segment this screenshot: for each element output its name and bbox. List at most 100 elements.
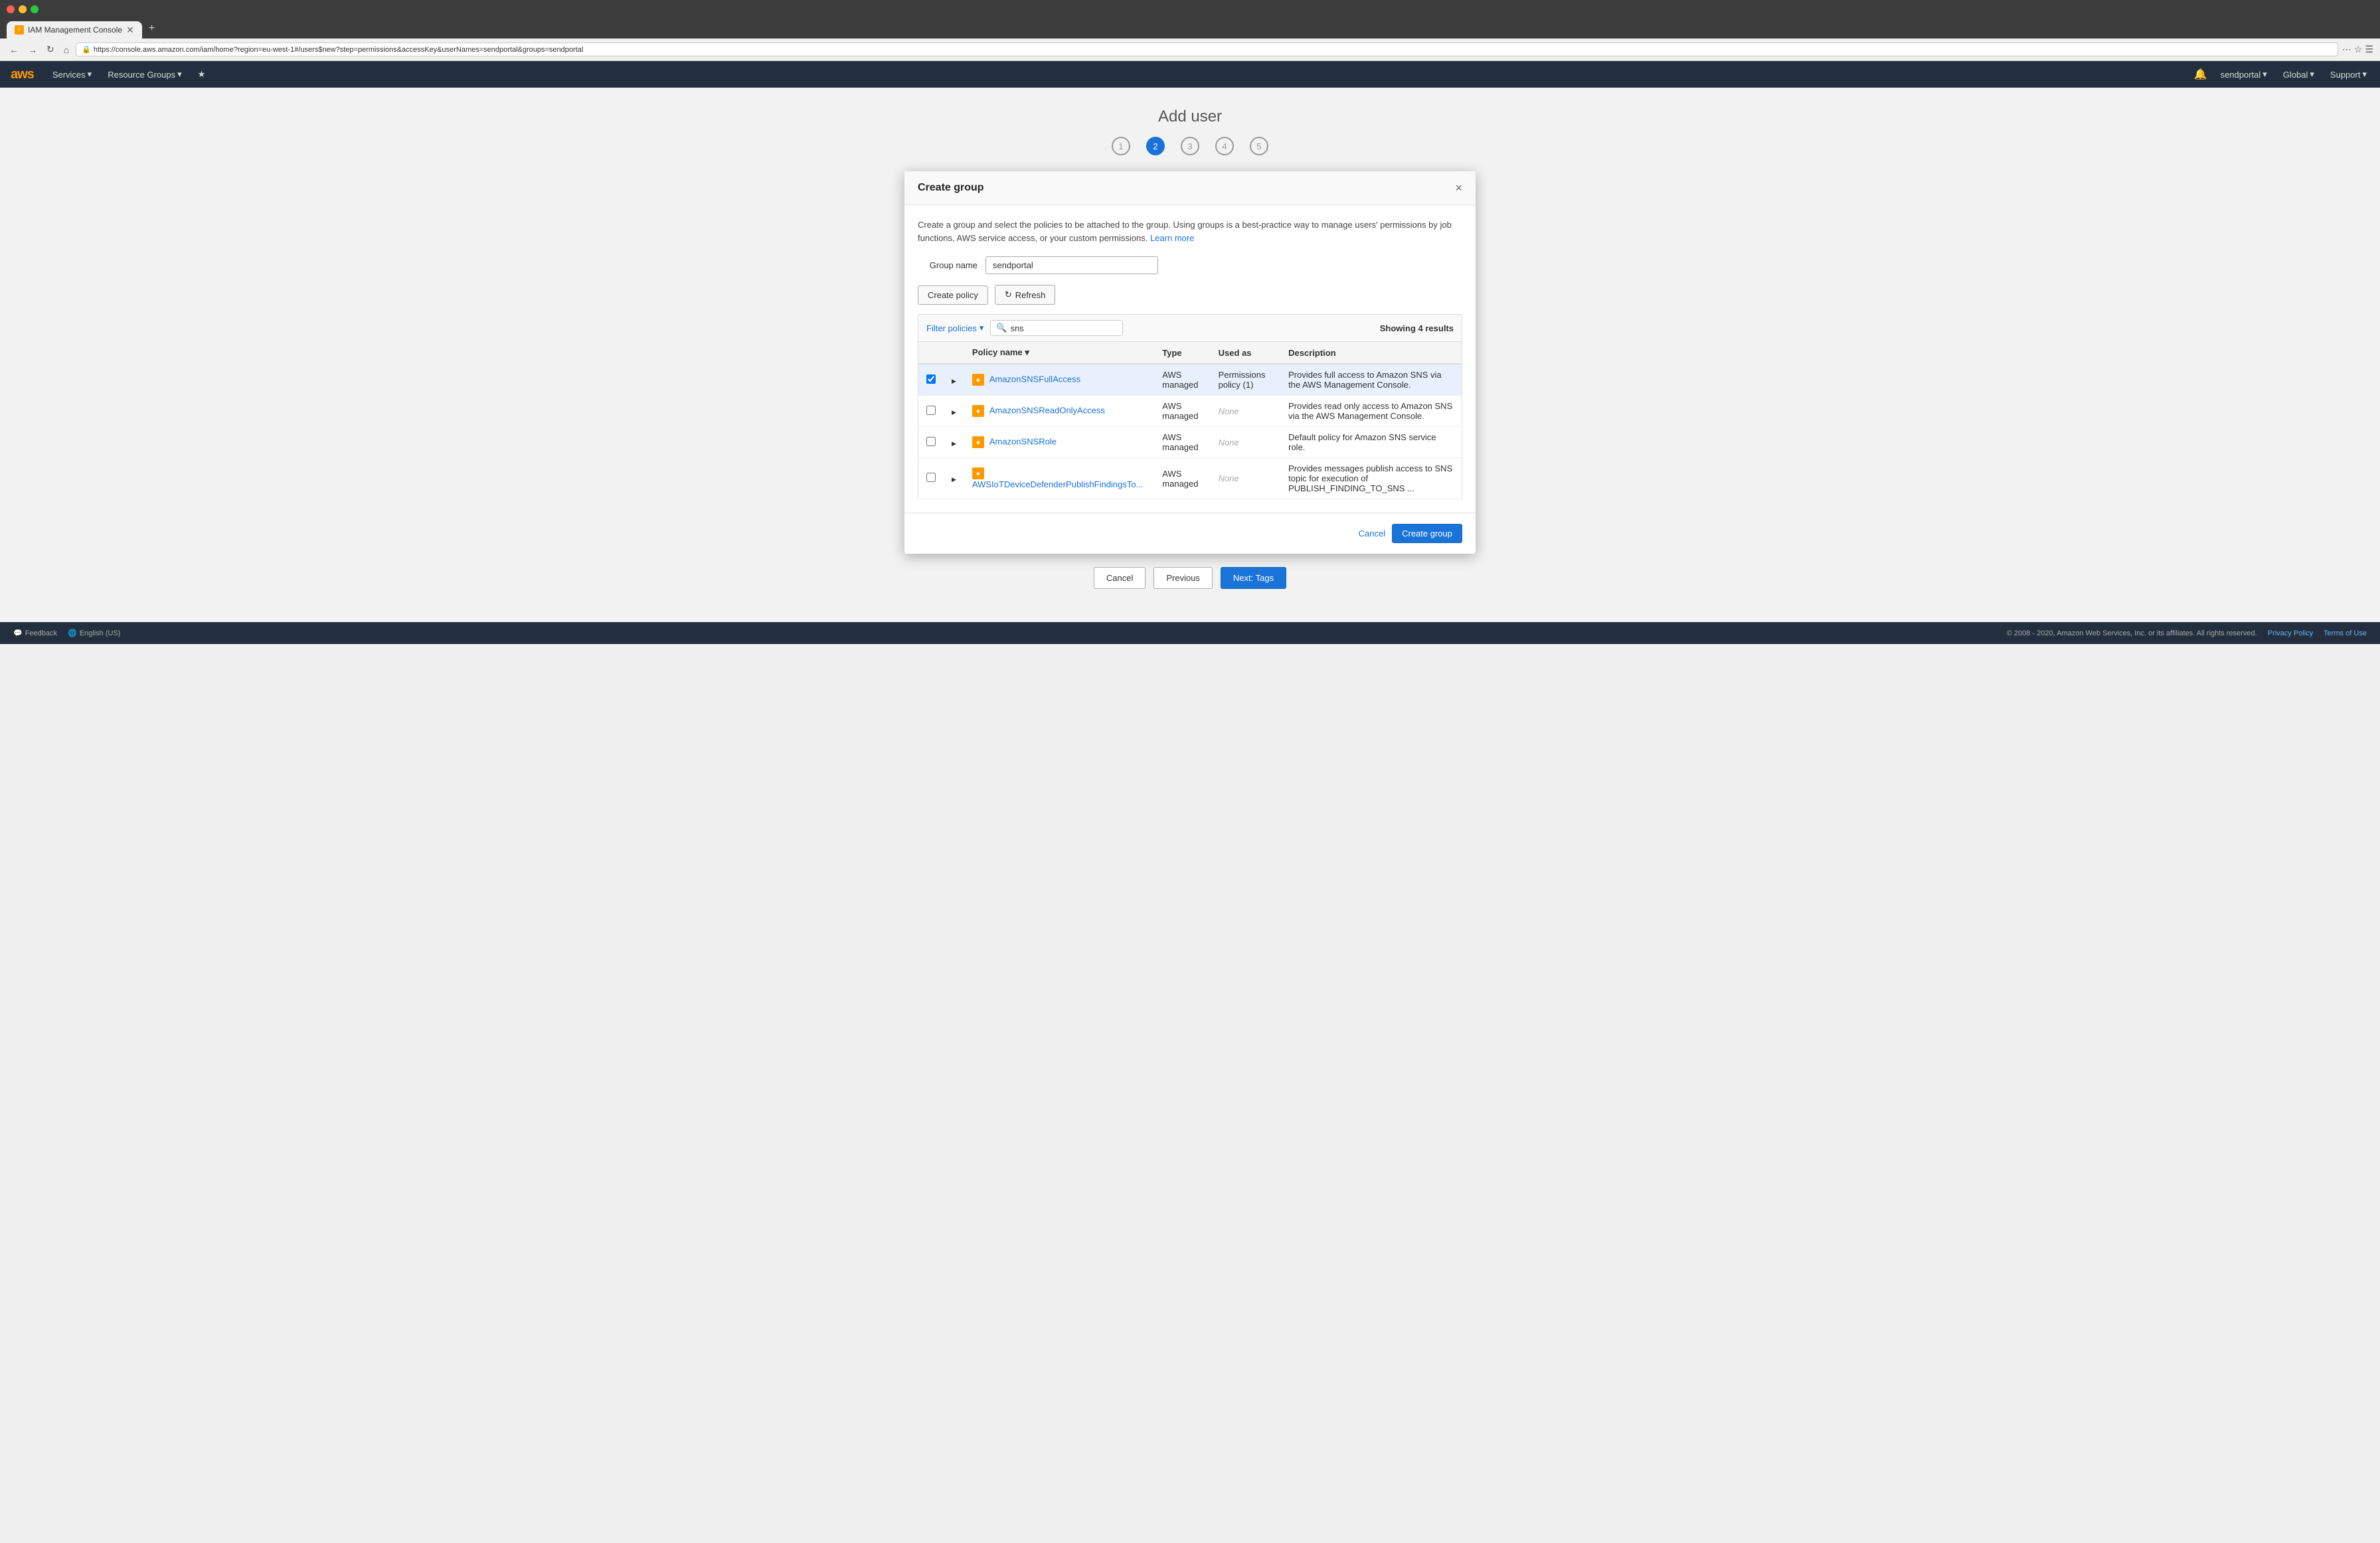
user-nav-item[interactable]: sendportal <box>2218 69 2270 80</box>
services-label: Services <box>52 70 86 80</box>
table-row: ■ AWSIoTDeviceDefenderPublishFindingsTo.… <box>918 458 1462 499</box>
support-nav-item[interactable]: Support <box>2328 69 2369 80</box>
used-as-cell-2: None <box>1211 396 1280 427</box>
next-button[interactable]: Next: Tags <box>1221 567 1286 589</box>
used-as-cell-3: None <box>1211 427 1280 458</box>
policy-name-cell-2: ■ AmazonSNSReadOnlyAccess <box>964 396 1154 427</box>
address-bar[interactable]: 🔒 https://console.aws.amazon.com/iam/hom… <box>76 42 2338 56</box>
row-checkbox-4[interactable] <box>926 473 936 482</box>
language-selector[interactable]: 🌐 English (US) <box>68 629 120 637</box>
create-policy-button[interactable]: Create policy <box>918 285 988 305</box>
description-cell-2: Provides read only access to Amazon SNS … <box>1280 396 1462 427</box>
expand-icon-3 <box>952 438 956 447</box>
policy-name-link-1[interactable]: AmazonSNSFullAccess <box>989 374 1080 384</box>
modal-close-button[interactable]: × <box>1455 182 1462 194</box>
page-title: Add user <box>27 108 2353 126</box>
table-row: ■ AmazonSNSRole AWS managed None Default… <box>918 427 1462 458</box>
group-name-row: Group name <box>918 256 1462 274</box>
row-checkbox-cell-4[interactable] <box>918 458 944 499</box>
menu-icon[interactable]: ☰ <box>2365 44 2373 55</box>
row-checkbox-1[interactable] <box>926 374 936 384</box>
aws-footer: 💬 Feedback 🌐 English (US) © 2008 - 2020,… <box>0 622 2380 644</box>
copyright-text: © 2008 - 2020, Amazon Web Services, Inc.… <box>2007 629 2257 637</box>
description-cell-4: Provides messages publish access to SNS … <box>1280 458 1462 499</box>
home-button[interactable]: ⌂ <box>61 43 72 56</box>
policy-name-cell-1: ■ AmazonSNSFullAccess <box>964 364 1154 396</box>
table-row: ■ AmazonSNSReadOnlyAccess AWS managed No… <box>918 396 1462 427</box>
used-as-cell-4: None <box>1211 458 1280 499</box>
new-tab-button[interactable]: + <box>143 19 160 39</box>
reload-button[interactable]: ↻ <box>44 42 57 56</box>
policy-name-link-2[interactable]: AmazonSNSReadOnlyAccess <box>989 405 1105 415</box>
step-indicator: 1 2 3 4 5 <box>27 137 2353 155</box>
resource-groups-nav-item[interactable]: Resource Groups <box>105 69 184 80</box>
group-name-input[interactable] <box>985 256 1158 274</box>
expand-icon-4 <box>952 473 956 483</box>
support-chevron-icon <box>2362 69 2367 80</box>
page-cancel-button[interactable]: Cancel <box>1094 567 1146 589</box>
policy-name-link-3[interactable]: AmazonSNSRole <box>989 436 1057 446</box>
user-chevron-icon <box>2262 69 2267 80</box>
expand-cell-3[interactable] <box>944 427 964 458</box>
notifications-bell-icon[interactable]: 🔔 <box>2194 68 2207 81</box>
sort-icon: ▾ <box>1025 347 1029 357</box>
description-header: Description <box>1280 342 1462 365</box>
support-label: Support <box>2330 70 2361 80</box>
filter-policies-button[interactable]: Filter policies <box>926 323 983 333</box>
refresh-button[interactable]: ↻ Refresh <box>995 285 1055 305</box>
page-header: Add user 1 2 3 4 5 <box>27 108 2353 155</box>
search-input[interactable] <box>1011 323 1117 333</box>
expand-cell-2[interactable] <box>944 396 964 427</box>
step-1: 1 <box>1112 137 1130 155</box>
maximize-window-button[interactable] <box>31 5 39 13</box>
previous-button[interactable]: Previous <box>1153 567 1213 589</box>
expand-cell-1[interactable] <box>944 364 964 396</box>
description-cell-1: Provides full access to Amazon SNS via t… <box>1280 364 1462 396</box>
modal-description: Create a group and select the policies t… <box>918 218 1462 244</box>
browser-chrome: ⚡ IAM Management Console ✕ + <box>0 0 2380 39</box>
policy-name-cell-4: ■ AWSIoTDeviceDefenderPublishFindingsTo.… <box>964 458 1154 499</box>
services-chevron-icon <box>88 69 92 80</box>
page-footer-buttons: Cancel Previous Next: Tags <box>27 554 2353 602</box>
active-tab[interactable]: ⚡ IAM Management Console ✕ <box>7 21 142 39</box>
privacy-policy-link[interactable]: Privacy Policy <box>2268 629 2313 637</box>
close-window-button[interactable] <box>7 5 15 13</box>
policy-icon-1: ■ <box>972 374 984 386</box>
aws-nav: aws Services Resource Groups ★ 🔔 sendpor… <box>0 61 2380 88</box>
modal-title: Create group <box>918 182 984 194</box>
row-checkbox-cell-3[interactable] <box>918 427 944 458</box>
region-nav-item[interactable]: Global <box>2280 69 2317 80</box>
pin-icon[interactable]: ★ <box>195 69 209 80</box>
region-chevron-icon <box>2310 69 2314 80</box>
forward-button[interactable]: → <box>25 43 40 56</box>
extensions-icon: ⋯ <box>2342 44 2351 55</box>
row-checkbox-2[interactable] <box>926 406 936 415</box>
minimize-window-button[interactable] <box>19 5 27 13</box>
filter-row: Filter policies 🔍 Showing 4 results <box>918 314 1462 341</box>
resource-groups-label: Resource Groups <box>108 70 175 80</box>
user-label: sendportal <box>2221 70 2261 80</box>
policy-table: Policy name ▾ Type Used as Description <box>918 341 1462 499</box>
terms-of-use-link[interactable]: Terms of Use <box>2324 629 2367 637</box>
tab-close-button[interactable]: ✕ <box>126 25 134 35</box>
policy-name-link-4[interactable]: AWSIoTDeviceDefenderPublishFindingsTo... <box>972 479 1143 489</box>
expand-cell-4[interactable] <box>944 458 964 499</box>
expand-header <box>944 342 964 365</box>
modal-container: Create group × Create a group and select… <box>27 171 2353 554</box>
services-nav-item[interactable]: Services <box>50 69 94 80</box>
row-checkbox-cell-2[interactable] <box>918 396 944 427</box>
select-all-header <box>918 342 944 365</box>
results-count: Showing 4 results <box>1380 323 1454 333</box>
create-group-button[interactable]: Create group <box>1392 524 1462 543</box>
row-checkbox-cell-1[interactable] <box>918 364 944 396</box>
row-checkbox-3[interactable] <box>926 437 936 446</box>
type-cell-2: AWS managed <box>1154 396 1210 427</box>
learn-more-link[interactable]: Learn more <box>1150 233 1194 243</box>
table-row: ■ AmazonSNSFullAccess AWS managed Permis… <box>918 364 1462 396</box>
feedback-link[interactable]: 💬 Feedback <box>13 629 57 637</box>
back-button[interactable]: ← <box>7 43 21 56</box>
group-name-label: Group name <box>918 260 978 270</box>
modal-cancel-button[interactable]: Cancel <box>1359 524 1385 543</box>
filter-left: Filter policies 🔍 <box>926 320 1123 336</box>
aws-nav-right: 🔔 sendportal Global Support <box>2194 68 2369 81</box>
